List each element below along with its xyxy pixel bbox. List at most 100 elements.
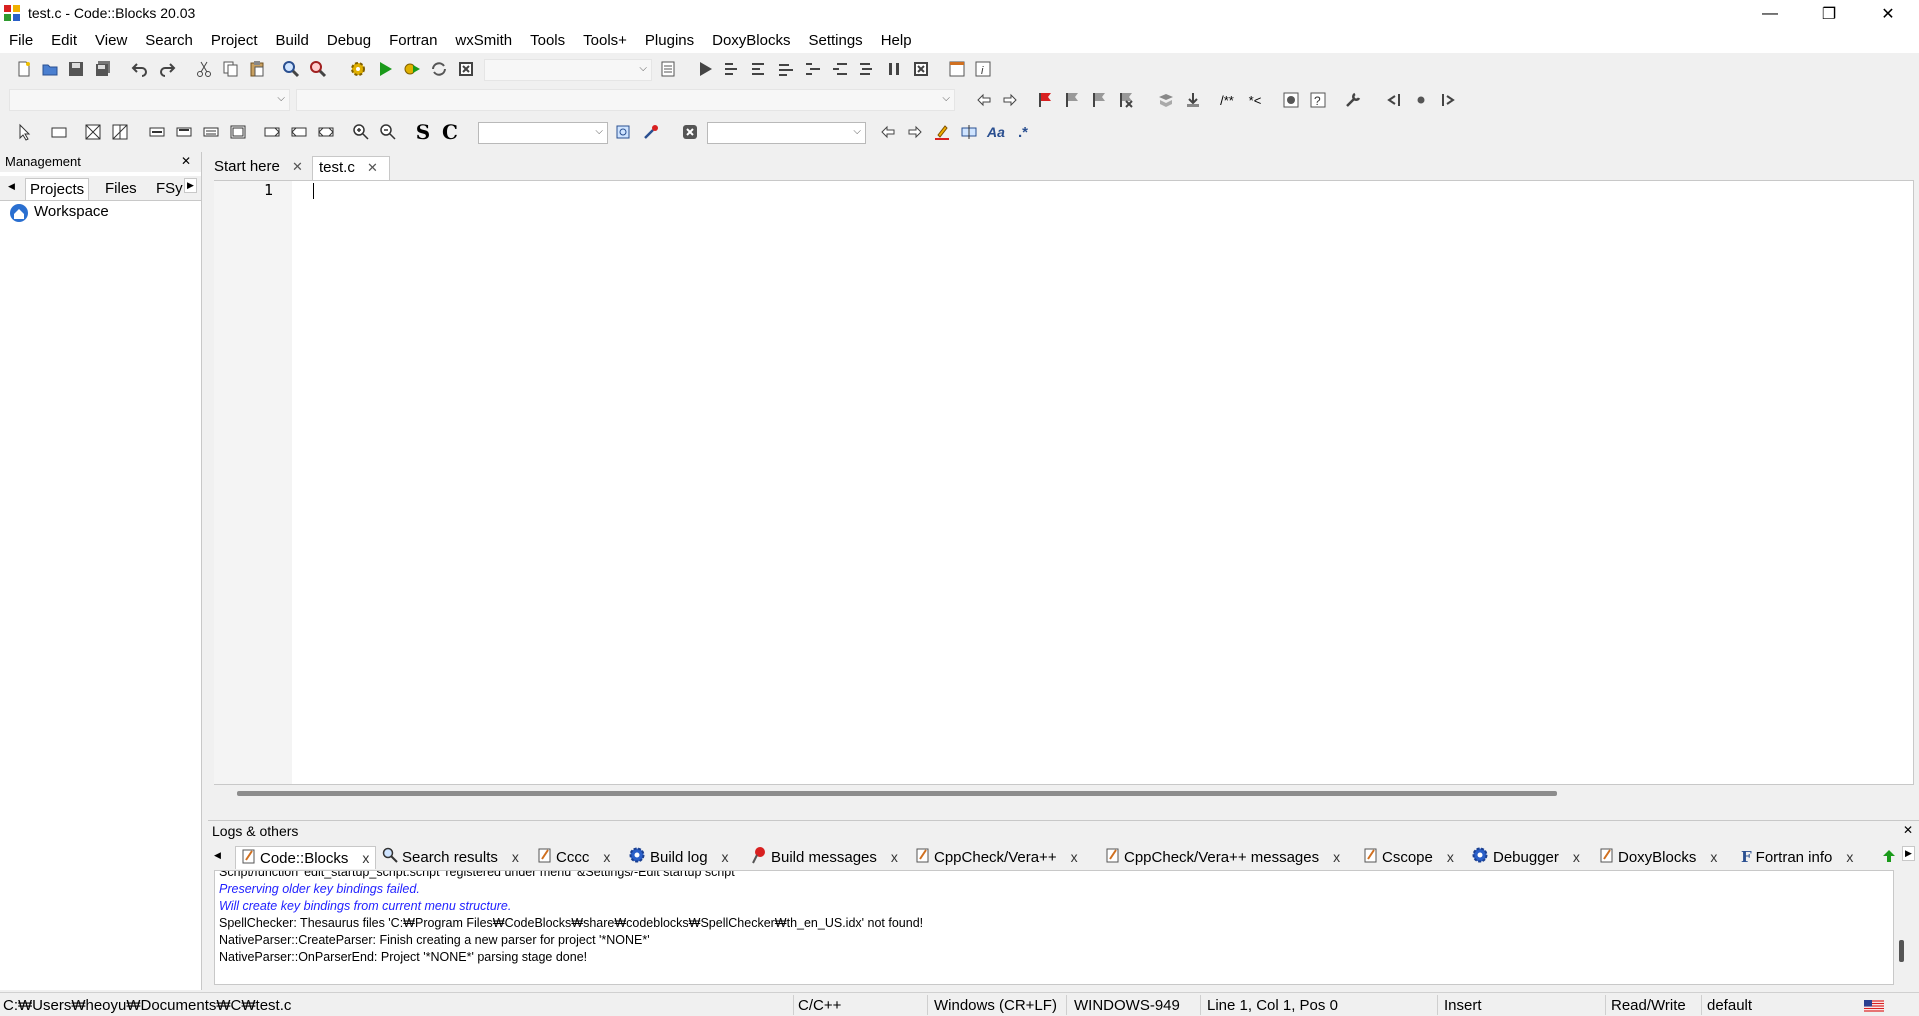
step-into-icon[interactable] bbox=[802, 58, 824, 80]
jump-back-icon[interactable] bbox=[973, 89, 995, 111]
log-tab-close-icon[interactable]: x bbox=[1846, 849, 1853, 865]
menu-wxsmith[interactable]: wxSmith bbox=[446, 32, 521, 49]
log-tab-search-results[interactable]: Search results x bbox=[382, 846, 519, 868]
log-vertical-scrollbar[interactable] bbox=[1894, 870, 1909, 985]
border-left-icon[interactable] bbox=[261, 121, 283, 143]
tab-files[interactable]: Files bbox=[101, 178, 141, 199]
debug-continue-icon[interactable] bbox=[694, 58, 716, 80]
log-tab-close-icon[interactable]: x bbox=[512, 849, 519, 865]
find-icon[interactable] bbox=[280, 58, 302, 80]
clear-search-icon[interactable] bbox=[679, 121, 701, 143]
code-editor[interactable] bbox=[214, 180, 1914, 785]
line-comment-icon[interactable]: *< bbox=[1244, 89, 1266, 111]
align-top-icon[interactable] bbox=[146, 121, 168, 143]
bookmark-toggle-icon[interactable] bbox=[1034, 89, 1056, 111]
doxy-config-wrench-icon[interactable] bbox=[1342, 89, 1364, 111]
log-tab-close-icon[interactable]: x bbox=[362, 850, 369, 866]
doxy-chm-icon[interactable]: ? bbox=[1307, 89, 1329, 111]
tab-scroll-right-icon[interactable]: ▶ bbox=[184, 178, 197, 193]
tab-start-here-close-icon[interactable]: ✕ bbox=[292, 159, 303, 174]
search-prev-icon[interactable] bbox=[877, 121, 899, 143]
block-comment-icon[interactable]: /** bbox=[1216, 89, 1238, 111]
logs-scroll-left-icon[interactable]: ◀ bbox=[214, 850, 221, 861]
log-tab-close-icon[interactable]: x bbox=[603, 849, 610, 865]
border-both-icon[interactable] bbox=[315, 121, 337, 143]
cut-icon[interactable] bbox=[193, 58, 215, 80]
highlight-icon[interactable] bbox=[931, 121, 953, 143]
management-close-icon[interactable]: ✕ bbox=[181, 154, 191, 168]
menu-settings[interactable]: Settings bbox=[799, 32, 871, 49]
green-arrow-icon[interactable] bbox=[1881, 848, 1897, 867]
bookmark-prev-icon[interactable] bbox=[1061, 89, 1083, 111]
run-to-cursor-icon[interactable] bbox=[721, 58, 743, 80]
jump-dot-icon[interactable] bbox=[1410, 89, 1432, 111]
incremental-search-combo[interactable]: ⌵ bbox=[707, 122, 866, 144]
menu-debug[interactable]: Debug bbox=[318, 32, 380, 49]
menu-search[interactable]: Search bbox=[136, 32, 202, 49]
copy-icon[interactable] bbox=[219, 58, 241, 80]
abort-icon[interactable] bbox=[455, 58, 477, 80]
next-line-icon[interactable] bbox=[748, 58, 770, 80]
zoom-out-icon[interactable] bbox=[377, 121, 399, 143]
show-preview-c-icon[interactable]: C bbox=[439, 120, 461, 144]
tab-fsymbols[interactable]: FSy bbox=[152, 178, 187, 199]
debug-windows-icon[interactable] bbox=[946, 58, 968, 80]
zoom-in-icon[interactable] bbox=[350, 121, 372, 143]
log-tab-build-log[interactable]: Build log x bbox=[628, 846, 729, 868]
menu-fortran[interactable]: Fortran bbox=[380, 32, 446, 49]
menu-plugins[interactable]: Plugins bbox=[636, 32, 703, 49]
menu-build[interactable]: Build bbox=[267, 32, 318, 49]
search-next-icon[interactable] bbox=[904, 121, 926, 143]
debug-info-icon[interactable]: i bbox=[972, 58, 994, 80]
menu-view[interactable]: View bbox=[86, 32, 136, 49]
log-tab-build-messages[interactable]: Build messages x bbox=[751, 846, 898, 868]
tab-test-c[interactable]: test.c ✕ bbox=[312, 156, 390, 180]
menu-tools[interactable]: Tools bbox=[521, 32, 574, 49]
close-button[interactable]: ✕ bbox=[1859, 0, 1917, 28]
menu-help[interactable]: Help bbox=[872, 32, 921, 49]
replace-icon[interactable] bbox=[307, 58, 329, 80]
menu-project[interactable]: Project bbox=[202, 32, 267, 49]
log-tab-fortran-info[interactable]: F Fortran info x bbox=[1741, 846, 1853, 868]
pointer-icon[interactable] bbox=[13, 121, 35, 143]
bookmark-next-icon[interactable] bbox=[1088, 89, 1110, 111]
sizer-box-icon[interactable] bbox=[82, 121, 104, 143]
redo-icon[interactable] bbox=[156, 58, 178, 80]
jump-next-change-icon[interactable] bbox=[1437, 89, 1459, 111]
stop-debugger-icon[interactable] bbox=[910, 58, 932, 80]
search-go-icon[interactable] bbox=[613, 121, 635, 143]
log-tab-close-icon[interactable]: x bbox=[1710, 849, 1717, 865]
widget-panel-icon[interactable] bbox=[48, 121, 70, 143]
tab-test-c-close-icon[interactable]: ✕ bbox=[367, 160, 378, 175]
next-instruction-icon[interactable] bbox=[775, 58, 797, 80]
build-target-dropdown[interactable]: ⌵ bbox=[484, 59, 652, 81]
break-debugger-icon[interactable] bbox=[883, 58, 905, 80]
align-bottom-icon[interactable] bbox=[200, 121, 222, 143]
match-case-icon[interactable]: Aa bbox=[985, 121, 1007, 143]
scope-dropdown[interactable]: ⌵ bbox=[9, 89, 290, 111]
log-tab-close-icon[interactable]: x bbox=[1071, 849, 1078, 865]
show-target-icon[interactable] bbox=[657, 58, 679, 80]
log-tab-close-icon[interactable]: x bbox=[1447, 849, 1454, 865]
log-tab-cppcheck-messages[interactable]: CppCheck/Vera++ messages x bbox=[1106, 846, 1340, 868]
log-output[interactable]: Script/function 'edit_startup_script.scr… bbox=[214, 870, 1894, 985]
menu-tools-plus[interactable]: Tools+ bbox=[574, 32, 636, 49]
new-file-icon[interactable] bbox=[13, 58, 35, 80]
log-tab-doxyblocks[interactable]: DoxyBlocks x bbox=[1600, 846, 1717, 868]
log-tab-close-icon[interactable]: x bbox=[722, 849, 729, 865]
bookmark-clear-icon[interactable] bbox=[1115, 89, 1137, 111]
undo-icon[interactable] bbox=[129, 58, 151, 80]
border-right-icon[interactable] bbox=[288, 121, 310, 143]
selected-text-only-icon[interactable] bbox=[958, 121, 980, 143]
save-icon[interactable] bbox=[65, 58, 87, 80]
menu-edit[interactable]: Edit bbox=[42, 32, 86, 49]
doxy-wizard-icon[interactable] bbox=[1155, 89, 1177, 111]
doxy-extract-icon[interactable] bbox=[1182, 89, 1204, 111]
save-all-icon[interactable] bbox=[92, 58, 114, 80]
open-folder-icon[interactable] bbox=[39, 58, 61, 80]
tab-start-here[interactable]: Start here ✕ bbox=[208, 156, 310, 180]
function-dropdown[interactable]: ⌵ bbox=[296, 89, 955, 111]
editor-scroll-thumb[interactable] bbox=[237, 791, 1557, 796]
log-tab-close-icon[interactable]: x bbox=[891, 849, 898, 865]
show-preview-s-icon[interactable]: S bbox=[412, 120, 434, 144]
